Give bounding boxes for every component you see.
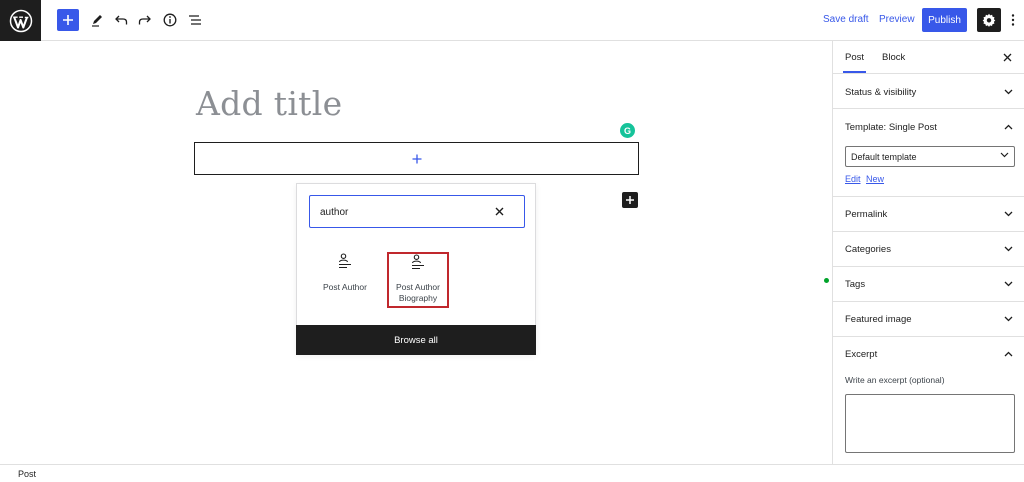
chevron-down-icon <box>1003 209 1013 219</box>
block-search-input[interactable] <box>320 204 490 220</box>
info-icon <box>163 13 177 27</box>
panel-categories[interactable]: Categories <box>833 232 1024 267</box>
panel-title[interactable]: Excerpt <box>845 349 877 360</box>
block-item-label: Post Author <box>323 282 367 292</box>
panel-title[interactable]: Template: Single Post <box>845 122 937 133</box>
publish-button[interactable]: Publish <box>922 8 967 32</box>
pencil-icon <box>92 15 102 27</box>
clear-search-button[interactable] <box>492 204 506 218</box>
excerpt-textarea[interactable] <box>845 394 1015 453</box>
settings-sidebar: Post Block Status & visibility Template:… <box>832 41 1024 464</box>
excerpt-label: Write an excerpt (optional) <box>845 375 945 385</box>
panel-title: Categories <box>845 244 891 255</box>
template-select[interactable]: Default template <box>845 146 1015 167</box>
block-item-label: Post Author Biography <box>396 282 440 303</box>
plus-icon <box>63 15 73 25</box>
gear-icon <box>982 13 996 27</box>
redo-button[interactable] <box>134 9 156 31</box>
chevron-up-icon[interactable] <box>1003 349 1013 359</box>
editor-header: Save draft Preview Publish <box>0 0 1024 41</box>
tools-button[interactable] <box>86 9 108 31</box>
post-author-icon <box>338 253 351 269</box>
template-select-value: Default template <box>851 151 917 162</box>
panel-title: Status & visibility <box>845 87 917 98</box>
grammarly-icon[interactable]: G <box>620 123 635 138</box>
details-button[interactable] <box>159 9 181 31</box>
chevron-down-icon <box>1003 244 1013 254</box>
sidebar-tabs: Post Block <box>833 41 1024 74</box>
chevron-down-icon <box>1003 279 1013 289</box>
save-draft-button[interactable]: Save draft <box>823 14 869 25</box>
chevron-down-icon <box>1000 152 1009 158</box>
block-item-post-author-biography[interactable]: Post Author Biography <box>387 252 449 308</box>
default-block-appender[interactable] <box>194 142 639 175</box>
close-icon <box>495 207 503 215</box>
more-vertical-icon <box>1011 14 1015 26</box>
chevron-down-icon <box>1003 87 1013 97</box>
panel-title: Tags <box>845 279 866 290</box>
list-view-button[interactable] <box>184 9 206 31</box>
new-template-link[interactable]: New <box>866 174 884 184</box>
undo-button[interactable] <box>110 9 132 31</box>
status-dot <box>824 278 829 283</box>
preview-button[interactable]: Preview <box>879 14 915 25</box>
redo-icon <box>138 15 151 25</box>
chevron-down-icon <box>1003 314 1013 324</box>
chevron-up-icon[interactable] <box>1003 122 1013 132</box>
block-inserter-popover: Post Author Post Author Biography Browse… <box>296 183 536 355</box>
settings-button[interactable] <box>977 8 1001 32</box>
panel-title: Permalink <box>845 209 888 220</box>
editor-footer: Post <box>0 464 1024 482</box>
panel-featured-image[interactable]: Featured image <box>833 302 1024 337</box>
tab-post[interactable]: Post <box>842 52 867 73</box>
plus-icon <box>412 154 421 163</box>
breadcrumb[interactable]: Post <box>18 469 36 479</box>
block-search <box>309 195 525 228</box>
inline-block-inserter[interactable] <box>622 192 638 208</box>
post-author-biography-icon <box>411 254 424 270</box>
close-icon <box>1003 53 1011 61</box>
plus-icon <box>626 196 634 204</box>
tab-block[interactable]: Block <box>882 52 905 63</box>
panel-permalink[interactable]: Permalink <box>833 197 1024 232</box>
close-sidebar-button[interactable] <box>1001 51 1013 63</box>
block-item-post-author[interactable]: Post Author <box>314 253 376 307</box>
options-button[interactable] <box>1008 10 1018 30</box>
undo-icon <box>115 15 128 25</box>
list-view-icon <box>189 15 201 25</box>
panel-tags[interactable]: Tags <box>833 267 1024 302</box>
browse-all-button[interactable]: Browse all <box>296 325 536 355</box>
post-title-field[interactable]: Add title <box>196 84 342 123</box>
edit-template-link[interactable]: Edit <box>845 174 861 184</box>
wordpress-logo-icon[interactable] <box>0 0 41 41</box>
panel-status-visibility[interactable]: Status & visibility <box>833 74 1024 109</box>
panel-title: Featured image <box>845 314 912 325</box>
block-inserter-toggle[interactable] <box>57 9 79 31</box>
